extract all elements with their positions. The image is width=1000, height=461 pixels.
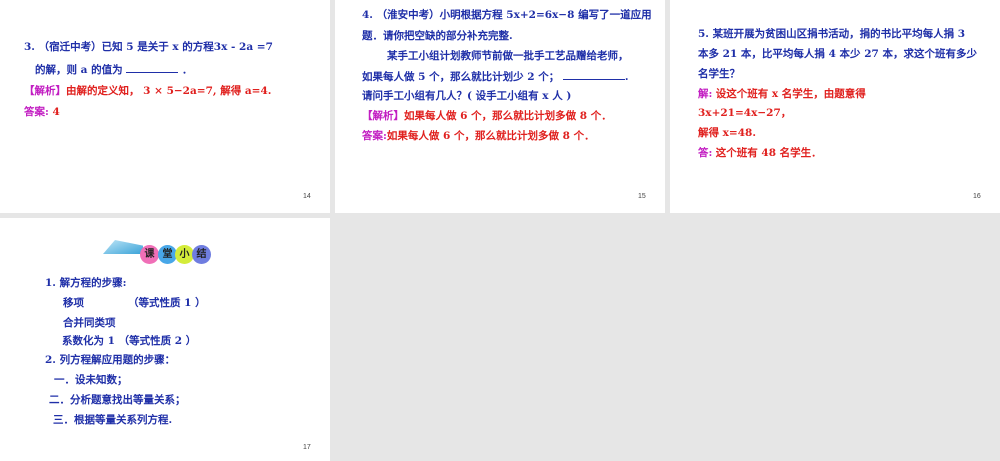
- final-answer: 答: 这个班有 48 名学生．: [698, 146, 822, 160]
- solution-tag: 解:: [698, 88, 713, 100]
- summary-line: （等式性质 1 ）: [128, 297, 206, 309]
- answer-text: 如果每人做 6 个，那么就比计划多做 8 个．: [386, 130, 595, 142]
- answer-text: 这个班有 48 名学生．: [715, 147, 822, 159]
- slide-number: 14: [303, 193, 311, 200]
- equation: 3x+21=4x−27，: [698, 107, 792, 119]
- question-line: 某手工小组计划教师节前做一批手工艺品赠给老师，: [387, 50, 629, 62]
- question-text: 3. （宿迁中考）已知 5 是关于 x 的方程3x - 2a =7: [24, 41, 273, 53]
- book-icon: [103, 240, 143, 254]
- question-line: 4. （淮安中考）小明根据方程 5x+2=6x−8 编写了一道应用: [362, 9, 652, 21]
- summary-line: 三．根据等量关系列方程.: [53, 414, 173, 426]
- question-line: 名学生？: [698, 68, 740, 80]
- answer-tag: 答案:: [362, 130, 387, 142]
- slide-thumbnail-17[interactable]: 课 堂 小 结 1. 解方程的步骤: 移项 （等式性质 1 ） 合并同类项 系数…: [0, 218, 330, 461]
- answer-tag: 答:: [698, 147, 713, 159]
- punct: ．: [181, 64, 193, 76]
- question-line: 5. 某班开展为贫困山区捐书活动，捐的书比平均每人捐 3: [698, 28, 966, 40]
- analysis-text: 如果每人做 6 个，那么就比计划多做 8 个．: [404, 110, 612, 122]
- summary-line: 二．分析题意找出等量关系；: [49, 394, 186, 406]
- question-text-2: 的解，则 a 的值为 ．: [35, 62, 192, 77]
- answer-tag: 答案:: [24, 106, 49, 118]
- answer-blank: [126, 62, 179, 73]
- analysis: 【解析】如果每人做 6 个，那么就比计划多做 8 个．: [362, 109, 612, 123]
- result: 解得 x=48.: [698, 127, 756, 139]
- slide-number: 16: [973, 193, 981, 200]
- answer-blank: [562, 69, 625, 80]
- answer: 答案: 4: [24, 105, 60, 119]
- summary-line: 一．设未知数；: [54, 374, 128, 386]
- question-line: 的解，则 a 的值为: [35, 64, 123, 76]
- summary-line: 合并同类项: [63, 317, 116, 329]
- slide-number: 17: [303, 444, 311, 451]
- slide-thumbnail-15[interactable]: 4. （淮安中考）小明根据方程 5x+2=6x−8 编写了一道应用 题．请你把空…: [335, 0, 665, 213]
- question-line: 题．请你把空缺的部分补充完整.: [362, 30, 513, 42]
- analysis: 【解析】由解的定义知， 3 × 5−2a=7, 解得 a=4.: [24, 84, 271, 98]
- question-line: 请问手工小组有几人？( 设手工小组有 x 人 ): [362, 90, 572, 102]
- analysis-tag: 【解析】: [24, 85, 66, 97]
- summary-line: 2. 列方程解应用题的步骤：: [45, 354, 176, 366]
- punct: .: [624, 71, 629, 83]
- answer-text: 4: [48, 106, 60, 118]
- solution: 解: 设这个班有 x 名学生，由题意得: [698, 87, 866, 101]
- banner-ball: 课: [140, 245, 159, 264]
- slide-number: 15: [638, 193, 646, 200]
- solution-text: 设这个班有 x 名学生，由题意得: [715, 88, 866, 100]
- analysis-text: 由解的定义知， 3 × 5−2a=7, 解得 a=4.: [66, 85, 272, 97]
- summary-line: 移项: [63, 297, 84, 309]
- answer: 答案:如果每人做 6 个，那么就比计划多做 8 个．: [362, 129, 595, 143]
- summary-line: 1. 解方程的步骤:: [45, 277, 127, 289]
- summary-line: 系数化为 1 （等式性质 2 ）: [62, 335, 197, 347]
- question-line: 本多 21 本，比平均每人捐 4 本少 27 本，求这个班有多少: [698, 48, 977, 60]
- question-line-text: 如果每人做 5 个，那么就比计划少 2 个；: [362, 71, 560, 83]
- slide-thumbnail-16[interactable]: 5. 某班开展为贫困山区捐书活动，捐的书比平均每人捐 3 本多 21 本，比平均…: [670, 0, 1000, 213]
- slide-thumbnail-14[interactable]: 3. （宿迁中考）已知 5 是关于 x 的方程3x - 2a =7 的解，则 a…: [0, 0, 330, 213]
- banner-ball: 结: [192, 245, 211, 264]
- question-line: 如果每人做 5 个，那么就比计划少 2 个； .: [362, 69, 629, 84]
- analysis-tag: 【解析】: [362, 110, 404, 122]
